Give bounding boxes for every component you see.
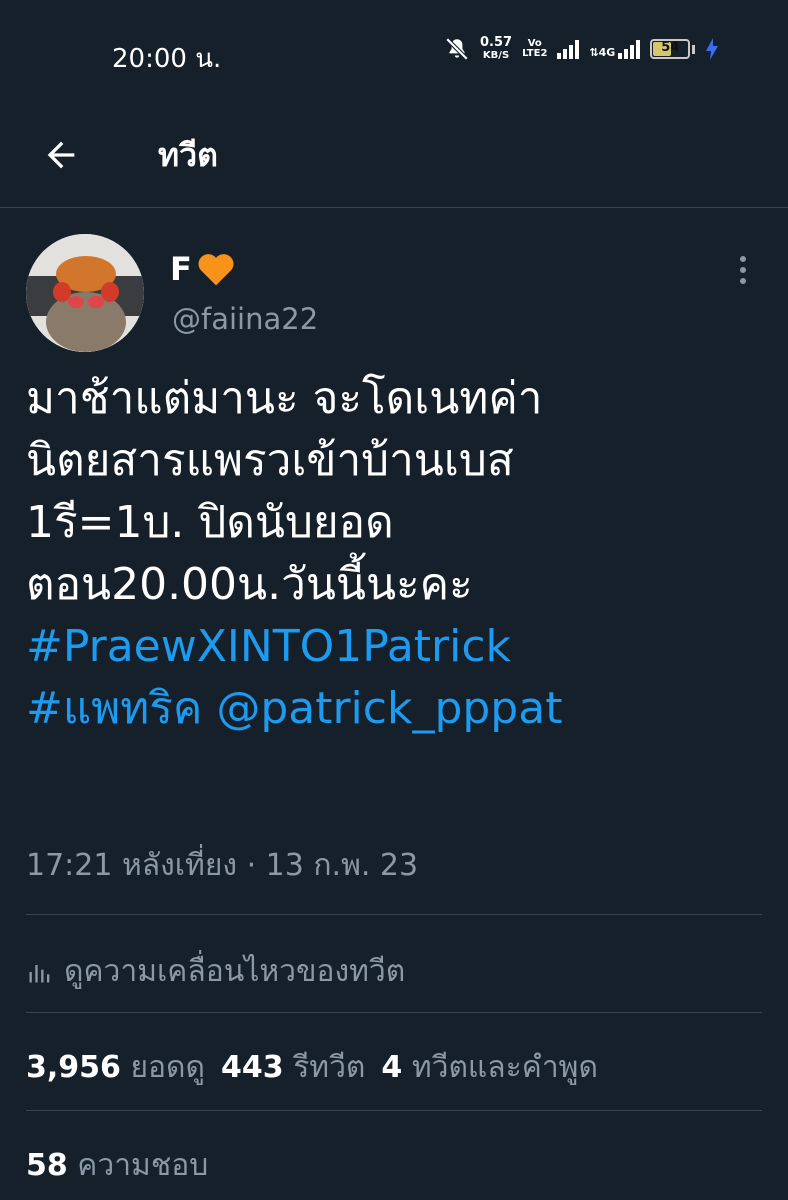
activity-label: ดูความเคลื่อนไหวของทวีต: [64, 954, 406, 989]
volte-indicator: Vo LTE2: [522, 39, 547, 59]
likes-stat[interactable]: 58 ความชอบ: [26, 1142, 208, 1189]
status-icons: 0.57 KB/S Vo LTE2 ⇅4G 54: [444, 36, 719, 62]
views-count: 3,956: [26, 1050, 121, 1085]
user-handle[interactable]: @faiina22: [172, 302, 318, 336]
views-label: ยอดดู: [130, 1050, 206, 1085]
signal-icon: [557, 39, 580, 59]
arrow-left-icon: [47, 141, 75, 169]
tweet-line: 1รี=1บ. ปิดนับยอด: [26, 497, 394, 548]
retweets-label: รีทวีต: [293, 1050, 366, 1085]
likes-label: ความชอบ: [77, 1148, 209, 1183]
charging-icon: [706, 38, 719, 60]
divider: [26, 1110, 762, 1111]
retweets-count: 443: [221, 1050, 284, 1085]
dot: [740, 267, 746, 273]
more-options-button[interactable]: [728, 252, 758, 288]
orange-heart-icon: [198, 254, 234, 286]
back-button[interactable]: [36, 130, 86, 180]
tweet-activity-link[interactable]: ดูความเคลื่อนไหวของทวีต: [26, 948, 405, 995]
quotes-label: ทวีตและคำพูด: [411, 1050, 598, 1085]
hashtag-link[interactable]: #PraewXINTO1Patrick: [26, 621, 511, 672]
display-name-text: F: [170, 250, 192, 288]
divider: [26, 1012, 762, 1013]
tweet-text: มาช้าแต่มานะ จะโดเนทค่า นิตยสารแพรวเข้าบ…: [26, 368, 766, 740]
battery-cap: [692, 44, 696, 54]
quotes-stat[interactable]: 4 ทวีตและคำพูด: [381, 1044, 598, 1091]
status-time: 20:00 น.: [112, 44, 222, 74]
divider: [26, 914, 762, 915]
tweet-stats: 3,956 ยอดดู 443 รีทวีต 4 ทวีตและคำพูด: [26, 1044, 598, 1091]
views-stat[interactable]: 3,956 ยอดดู: [26, 1044, 205, 1091]
status-bar: 20:00 น. 0.57 KB/S Vo LTE2 ⇅4G 54: [0, 0, 788, 106]
hashtag-link[interactable]: #แพทริค: [26, 683, 202, 734]
net-speed: 0.57 KB/S: [480, 36, 512, 62]
top-app-bar: ทวีต: [0, 106, 788, 208]
mute-icon: [445, 37, 469, 61]
network-type: ⇅4G: [589, 46, 616, 59]
net-speed-unit: KB/S: [482, 50, 510, 61]
dot: [740, 256, 746, 262]
tweet-line: ตอน20.00น.วันนี้นะคะ: [26, 559, 473, 610]
analytics-icon: [29, 964, 50, 982]
battery-label: 54: [661, 40, 680, 55]
avatar[interactable]: [26, 234, 144, 352]
page-title: ทวีต: [158, 136, 218, 174]
display-name[interactable]: F: [170, 250, 236, 288]
signal-icon-2: [618, 39, 641, 59]
battery-icon: 54: [650, 39, 691, 59]
quotes-count: 4: [381, 1050, 403, 1085]
mention-link[interactable]: @patrick_pppat: [216, 683, 562, 734]
dot: [740, 278, 746, 284]
volte-bottom: LTE2: [522, 48, 548, 59]
retweets-stat[interactable]: 443 รีทวีต: [221, 1044, 365, 1091]
avatar-image: [26, 234, 144, 352]
tweet-timestamp[interactable]: 17:21 หลังเที่ยง · 13 ก.พ. 23: [26, 842, 418, 889]
network-type-label: 4G: [598, 46, 616, 59]
likes-count: 58: [26, 1148, 68, 1183]
net-speed-value: 0.57: [480, 35, 513, 50]
tweet-line: มาช้าแต่มานะ จะโดเนทค่า: [26, 373, 543, 424]
signal-4g: ⇅4G: [589, 39, 641, 59]
tweet-line: นิตยสารแพรวเข้าบ้านเบส: [26, 435, 514, 486]
